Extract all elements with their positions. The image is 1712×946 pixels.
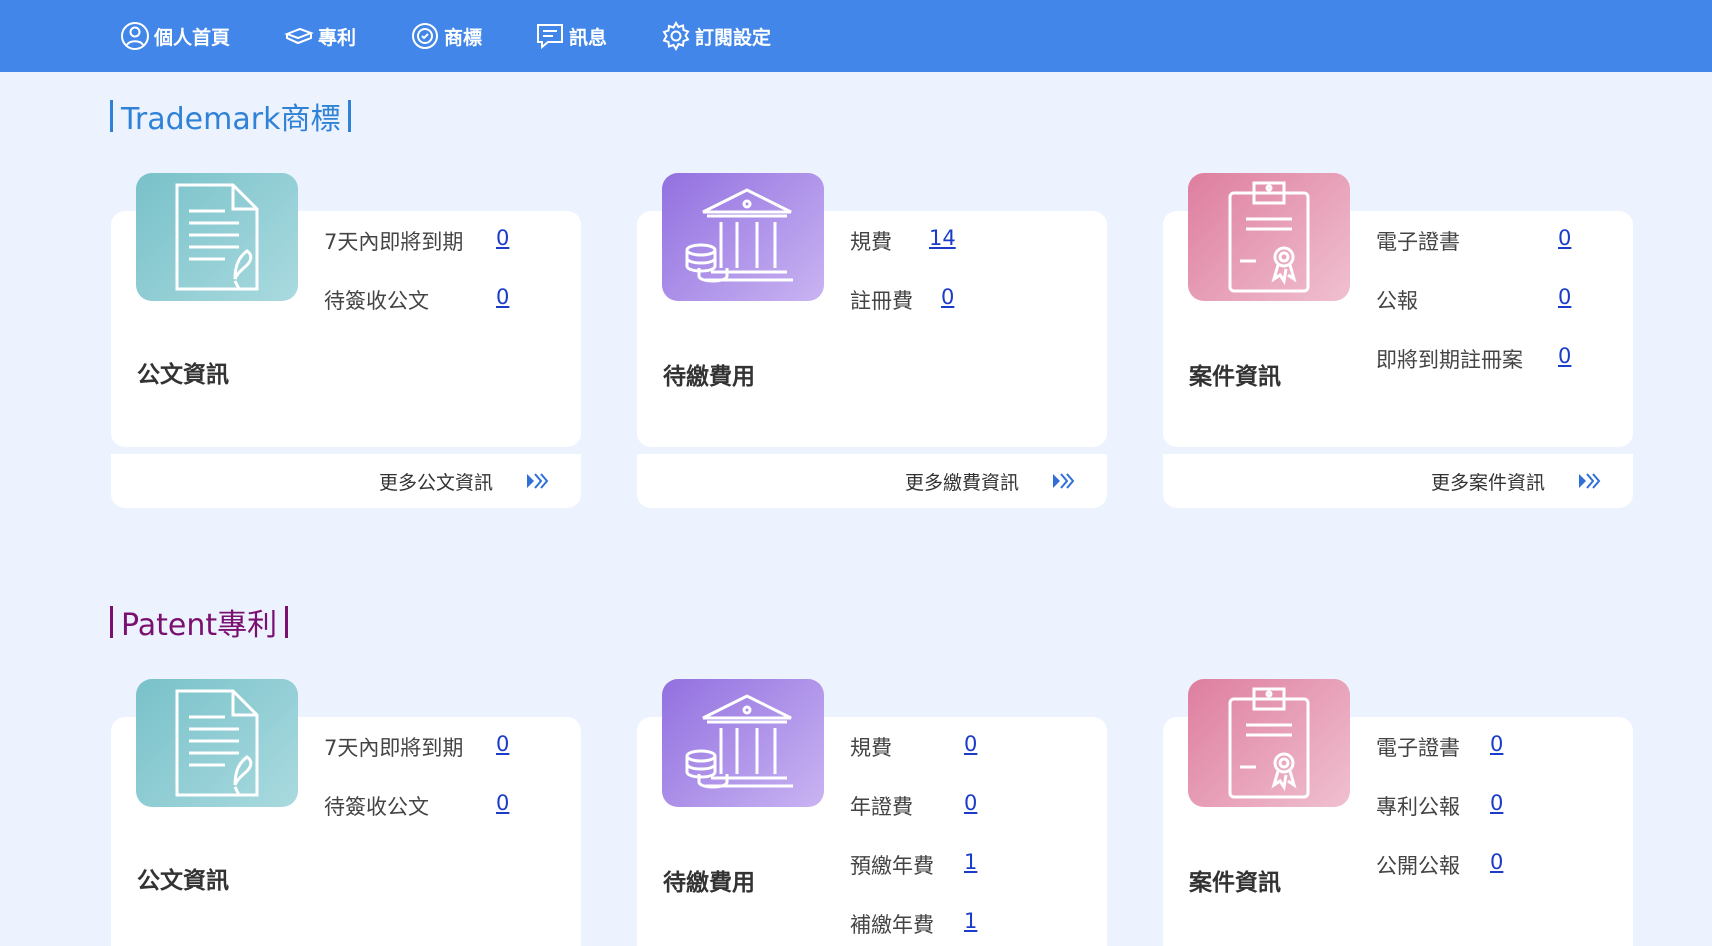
bank-icon — [685, 188, 793, 283]
nav-patent-label: 專利 — [318, 26, 357, 49]
trademark-title-text: Trademark商標 — [121, 102, 341, 137]
more-cases-label: 更多案件資訊 — [1430, 471, 1545, 494]
stat-value[interactable]: 0 — [941, 285, 954, 309]
stat-value[interactable]: 0 — [964, 732, 977, 756]
stat-label: 補繳年費 — [850, 913, 934, 937]
trademark-fees-label: 待繳費用 — [663, 364, 755, 390]
stat-label: 電子證書 — [1376, 736, 1460, 760]
stat-label: 待簽收公文 — [324, 795, 429, 819]
stat-label: 電子證書 — [1376, 230, 1460, 254]
double-chevron-right-icon — [1053, 473, 1075, 489]
stat-value[interactable]: 0 — [1490, 791, 1503, 815]
nav-messages-label: 訊息 — [569, 26, 608, 49]
patent-documents-label: 公文資訊 — [137, 868, 229, 894]
patent-title-text: Patent專利 — [121, 608, 278, 643]
stat-value[interactable]: 0 — [496, 226, 509, 250]
stat-value[interactable]: 0 — [496, 285, 509, 309]
bank-icon — [685, 694, 793, 789]
trademark-cases-label: 案件資訊 — [1189, 364, 1281, 390]
trademark-documents-label: 公文資訊 — [137, 362, 229, 388]
patent-fees-label: 待繳費用 — [663, 870, 755, 896]
stat-value[interactable]: 0 — [1558, 344, 1571, 368]
bank-tile — [662, 173, 824, 301]
stat-label: 規費 — [850, 736, 892, 760]
stat-value[interactable]: 1 — [964, 850, 977, 874]
stat-label: 待簽收公文 — [324, 289, 429, 313]
gear-icon — [662, 21, 690, 51]
certificate-icon — [1228, 687, 1310, 799]
nav-trademark[interactable]: 商標 — [410, 0, 482, 72]
stat-label: 即將到期註冊案 — [1376, 348, 1523, 372]
stat-value[interactable]: 0 — [496, 732, 509, 756]
stat-value[interactable]: 0 — [1490, 850, 1503, 874]
nav-subscription-settings-label: 訂閱設定 — [695, 26, 772, 49]
nav-messages[interactable]: 訊息 — [535, 0, 607, 72]
stat-value[interactable]: 0 — [1558, 285, 1571, 309]
top-navigation-bar: 個人首頁 專利 商標 訊息 訂閱設定 — [0, 0, 1712, 72]
certificate-tile — [1188, 679, 1350, 807]
certificate-icon — [1228, 181, 1310, 293]
stat-label: 7天內即將到期 — [324, 230, 464, 254]
nav-home[interactable]: 個人首頁 — [120, 0, 230, 72]
certificate-tile — [1188, 173, 1350, 301]
stat-value[interactable]: 0 — [496, 791, 509, 815]
book-icon — [284, 27, 314, 45]
stat-label: 註冊費 — [850, 289, 913, 313]
stat-value[interactable]: 0 — [964, 791, 977, 815]
stat-label: 預繳年費 — [850, 854, 934, 878]
trademark-more-fees-link[interactable]: 更多繳費資訊 — [637, 454, 1107, 508]
document-tile — [136, 679, 298, 807]
more-documents-label: 更多公文資訊 — [378, 471, 493, 494]
patent-section-title: Patent專利 — [110, 600, 289, 644]
user-icon — [121, 22, 149, 50]
nav-patent[interactable]: 專利 — [284, 0, 356, 72]
nav-trademark-label: 商標 — [444, 26, 483, 49]
trademark-more-cases-link[interactable]: 更多案件資訊 — [1163, 454, 1633, 508]
double-chevron-right-icon — [1579, 473, 1601, 489]
badge-icon — [412, 23, 438, 49]
document-icon — [175, 183, 259, 291]
more-fees-label: 更多繳費資訊 — [904, 471, 1019, 494]
stat-label: 年證費 — [850, 795, 913, 819]
double-chevron-right-icon — [527, 473, 549, 489]
nav-home-label: 個人首頁 — [154, 26, 231, 49]
stat-value[interactable]: 14 — [929, 226, 956, 250]
stat-value[interactable]: 0 — [1558, 226, 1571, 250]
stat-label: 公開公報 — [1376, 854, 1460, 878]
nav-subscription-settings[interactable]: 訂閱設定 — [661, 0, 771, 72]
stat-value[interactable]: 0 — [1490, 732, 1503, 756]
trademark-section-title: Trademark商標 — [110, 94, 352, 138]
bank-tile — [662, 679, 824, 807]
document-icon — [175, 689, 259, 797]
trademark-more-documents-link[interactable]: 更多公文資訊 — [111, 454, 581, 508]
stat-label: 專利公報 — [1376, 795, 1460, 819]
message-icon — [537, 24, 563, 50]
stat-value[interactable]: 1 — [964, 909, 977, 933]
patent-cases-label: 案件資訊 — [1189, 870, 1281, 896]
stat-label: 7天內即將到期 — [324, 736, 464, 760]
stat-label: 公報 — [1376, 289, 1418, 313]
document-tile — [136, 173, 298, 301]
stat-label: 規費 — [850, 230, 892, 254]
